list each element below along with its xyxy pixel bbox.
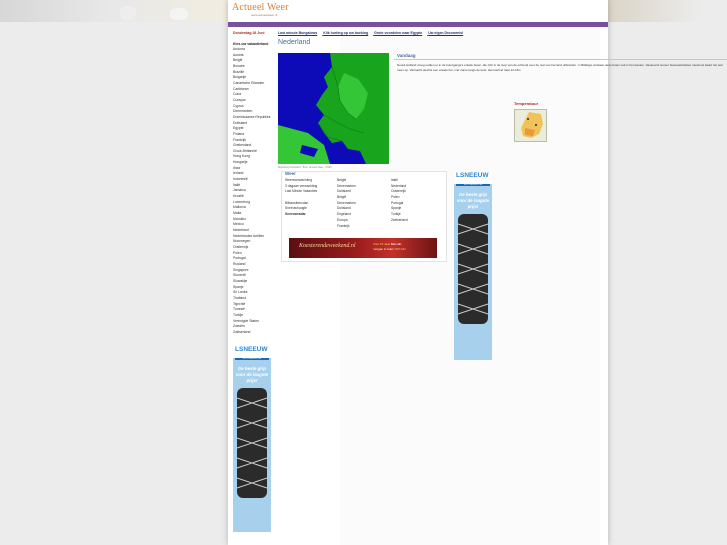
weather-link[interactable]: Last Minute Vakanties (285, 189, 317, 195)
netherlands-map (278, 53, 389, 164)
country-link[interactable]: Zwitserland (233, 330, 278, 336)
ad-slogan: De beste grip voor de laagste prijs! (235, 366, 269, 383)
today-forecast-text: Noord-Holland vroeg nadien er in de buur… (397, 63, 723, 72)
weather-link[interactable]: Frankrijk (337, 224, 356, 230)
site-tagline: www.actueelweer.nl (251, 13, 278, 17)
sidebar-heading: Kies uw vakantieland (233, 42, 269, 46)
main-nav: Voorspelling Radar / Satelliet Overige p… (228, 22, 608, 36)
banner-logo: Koesterendeweekend.nl (299, 243, 356, 249)
weather-link[interactable]: Sneeuwradar (285, 212, 317, 218)
promo-banner[interactable]: Koesterendeweekend.nl Voor 15 Jaar Bannd… (289, 238, 437, 258)
today-heading: Vandaag (397, 53, 416, 58)
weather-heading: Weer (285, 171, 296, 176)
weather-links-col1: Weersverwachting 3 dagaan verwachting Last… (285, 178, 317, 218)
current-date: Donderdag 26 Juni (233, 31, 265, 35)
map-caption: Bewolking Nederland - Bron: Actueel Weer… (278, 166, 332, 169)
ad-slogan: De beste grip voor de laagste prijs! (456, 192, 490, 209)
divider (394, 59, 727, 60)
ad-subtitle: KETTINGEN.COM (456, 184, 490, 186)
ad-subtitle: KETTINGEN.COM (235, 358, 269, 360)
top-links: Last minute Bungalows Klik hurting op uw… (278, 31, 468, 35)
top-link[interactable]: Last minute Bungalows (278, 31, 317, 35)
top-link[interactable]: Grote voordelen naar Egypte (374, 31, 422, 35)
left-sidebar: Donderdag 26 Juni Kies uw vakantieland A… (233, 31, 278, 335)
temperature-heading: Temperatuur (514, 101, 539, 106)
weather-link[interactable]: Zwitserland (391, 218, 408, 224)
weather-links-col3: Italië Nederland Oostenrijk Polen Portugal Sp… (391, 178, 408, 224)
country-list: Andorra Austria België Bonaire Brazilië Bulga… (233, 47, 278, 335)
temperature-map[interactable] (514, 109, 547, 142)
weather-links-col2: België Denemarken Duitsland België Denemarke… (337, 178, 356, 229)
banner-text: Voor 15 Jaar Banndit, morgen in huis! 10… (373, 242, 406, 251)
top-link[interactable]: Uw eigen Droomreis! (428, 31, 463, 35)
tire-chain-image (236, 388, 268, 498)
snow-chains-ad-right[interactable]: LSNEEUW KETTINGEN.COM De beste grip voor… (454, 172, 492, 360)
sheep (120, 6, 136, 20)
temperature-map-image (521, 112, 543, 138)
top-link[interactable]: Klik hurting op uw boeking (323, 31, 368, 35)
page-title: Nederland (278, 39, 311, 46)
ad-logo: LSNEEUW (235, 346, 268, 353)
site-logo[interactable]: Actueel Weer (232, 2, 289, 13)
snow-chains-ad-left[interactable]: LSNEEUW KETTINGEN.COM De beste grip voor… (233, 346, 271, 532)
ad-logo: LSNEEUW (456, 172, 489, 179)
sheep (170, 8, 188, 20)
tire-chain-image (457, 214, 489, 324)
cloud-map[interactable] (278, 53, 389, 164)
